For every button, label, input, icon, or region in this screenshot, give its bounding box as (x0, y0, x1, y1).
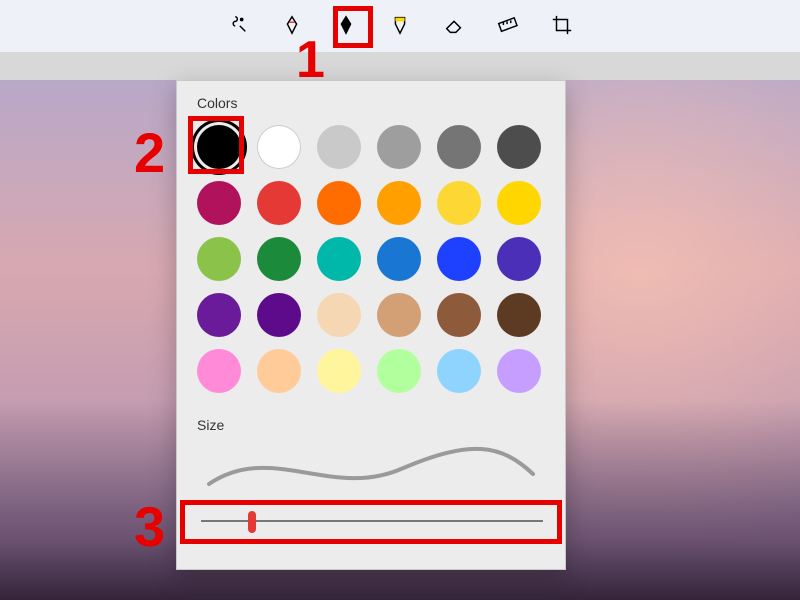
ribbon-bar (0, 52, 800, 80)
pen-settings-panel: Colors Size (176, 80, 566, 570)
color-swatch[interactable] (377, 293, 421, 337)
crop-tool[interactable] (545, 10, 579, 44)
color-swatch[interactable] (377, 181, 421, 225)
eraser-tool[interactable] (437, 10, 471, 44)
color-swatch[interactable] (437, 125, 481, 169)
color-swatch[interactable] (257, 349, 301, 393)
color-swatch-grid (195, 121, 547, 411)
ballpoint-pen-tool[interactable] (275, 10, 309, 44)
color-swatch[interactable] (497, 237, 541, 281)
slider-thumb[interactable] (248, 511, 256, 533)
color-swatch[interactable] (437, 237, 481, 281)
color-swatch[interactable] (257, 181, 301, 225)
tool-strip (0, 10, 800, 44)
color-swatch[interactable] (197, 125, 241, 169)
color-swatch[interactable] (377, 237, 421, 281)
eraser-icon (443, 14, 465, 41)
color-swatch[interactable] (257, 125, 301, 169)
colors-heading: Colors (197, 95, 547, 111)
highlighter-icon (389, 14, 411, 41)
color-swatch[interactable] (497, 181, 541, 225)
size-slider[interactable] (195, 501, 547, 541)
ballpoint-pen-icon (281, 14, 303, 41)
color-swatch[interactable] (197, 181, 241, 225)
color-swatch[interactable] (317, 181, 361, 225)
size-heading: Size (197, 417, 547, 433)
touch-writing-tool[interactable] (221, 10, 255, 44)
color-swatch[interactable] (497, 125, 541, 169)
ruler-icon (497, 14, 519, 41)
color-swatch[interactable] (497, 349, 541, 393)
pencil-tool[interactable] (329, 10, 363, 44)
crop-icon (551, 14, 573, 41)
color-swatch[interactable] (437, 293, 481, 337)
touch-writing-icon (227, 14, 249, 41)
color-swatch[interactable] (377, 125, 421, 169)
color-swatch[interactable] (497, 293, 541, 337)
highlighter-tool[interactable] (383, 10, 417, 44)
color-swatch[interactable] (377, 349, 421, 393)
pencil-icon (335, 14, 357, 41)
color-swatch[interactable] (437, 181, 481, 225)
ruler-tool[interactable] (491, 10, 525, 44)
color-swatch[interactable] (317, 237, 361, 281)
color-swatch[interactable] (437, 349, 481, 393)
color-swatch[interactable] (317, 125, 361, 169)
color-swatch[interactable] (257, 293, 301, 337)
color-swatch[interactable] (257, 237, 301, 281)
color-swatch[interactable] (317, 349, 361, 393)
stroke-preview (195, 443, 547, 495)
color-swatch[interactable] (197, 349, 241, 393)
color-swatch[interactable] (317, 293, 361, 337)
color-swatch[interactable] (197, 237, 241, 281)
color-swatch[interactable] (197, 293, 241, 337)
